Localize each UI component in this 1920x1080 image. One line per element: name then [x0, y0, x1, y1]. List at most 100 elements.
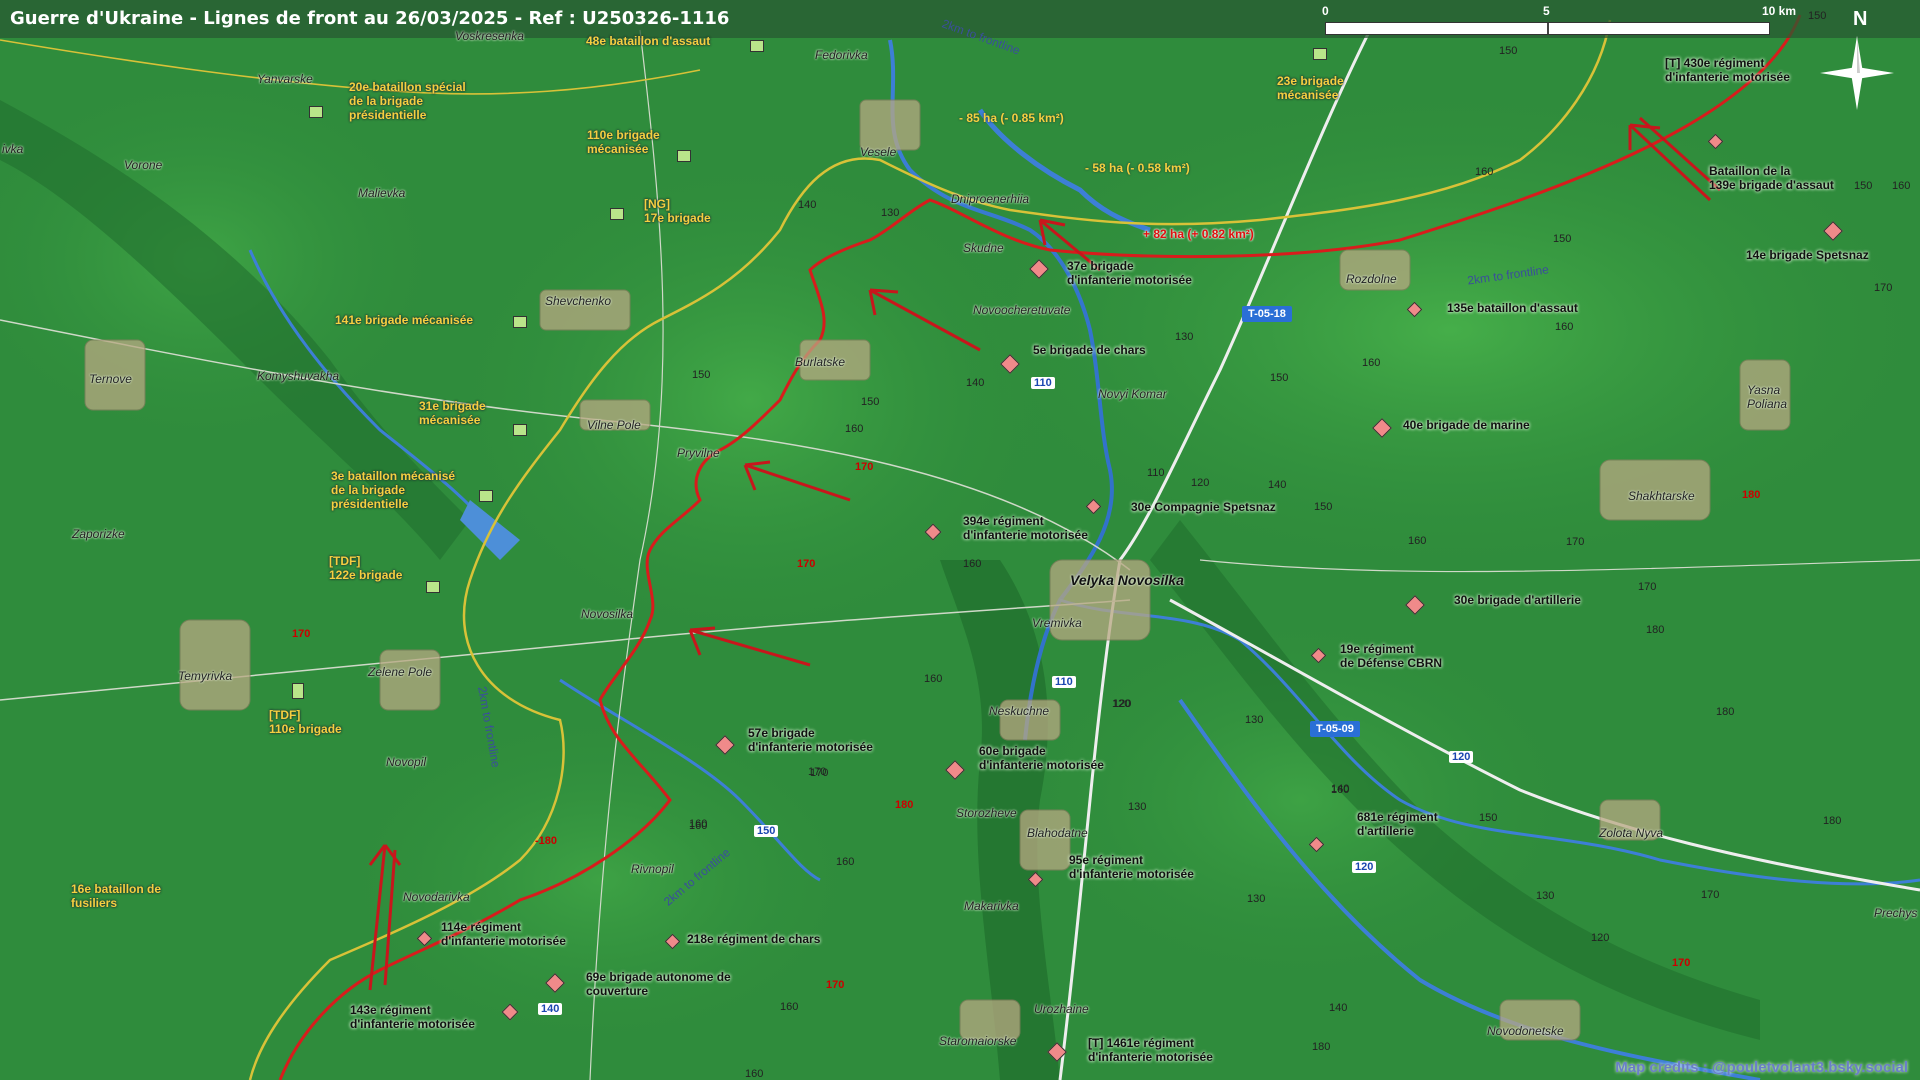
town-label: Dniproenerhiia: [951, 192, 1030, 206]
ua-unit-icon[interactable]: [513, 424, 527, 436]
elevation-label: 130: [1247, 893, 1266, 905]
elevation-label: 150: [1479, 812, 1498, 824]
road-number: 110: [1031, 377, 1055, 389]
ua-unit-icon[interactable]: [292, 683, 304, 699]
elevation-label: 160: [780, 1001, 799, 1013]
ua-unit-icon[interactable]: [610, 208, 624, 220]
ua-unit-label: 23e brigade mécanisée: [1277, 74, 1344, 102]
elevation-label: 180: [1312, 1041, 1331, 1053]
town-label: Pryvilne: [677, 446, 720, 460]
elevation-label-red: 180: [1742, 489, 1761, 501]
elevation-label: 150: [1808, 10, 1827, 22]
town-label: Vremivka: [1032, 616, 1082, 630]
area-change-label: + 82 ha (+ 0.82 km²): [1143, 227, 1254, 241]
ua-unit-icon[interactable]: [513, 316, 527, 328]
ru-unit-label: 95e régiment d'infanterie motorisée: [1069, 853, 1194, 881]
town-label: Shakhtarske: [1628, 489, 1695, 503]
elevation-label: 130: [1536, 890, 1555, 902]
ru-unit-label: 14e brigade Spetsnaz: [1746, 248, 1869, 262]
elevation-label: 150: [1499, 45, 1518, 57]
ru-unit-label: 135e bataillon d'assaut: [1447, 301, 1578, 315]
elevation-label: 160: [689, 818, 708, 830]
elevation-label: 170: [1566, 536, 1585, 548]
elevation-label: 150: [692, 369, 711, 381]
ua-unit-icon[interactable]: [309, 106, 323, 118]
ru-unit-label: Bataillon de la 139e brigade d'assaut: [1709, 164, 1834, 192]
elevation-label: 130: [881, 207, 900, 219]
elevation-label: 180: [1716, 706, 1735, 718]
town-label: Burlatske: [795, 355, 846, 369]
ru-unit-label: 30e brigade d'artillerie: [1454, 593, 1581, 607]
ua-unit-icon[interactable]: [426, 581, 440, 593]
elevation-label: 120: [1191, 477, 1210, 489]
elevation-label: 140: [1329, 1002, 1348, 1014]
ua-unit-icon[interactable]: [677, 150, 691, 162]
road-number: 140: [538, 1003, 563, 1015]
ru-unit-label: 19e régiment de Défense CBRN: [1340, 642, 1443, 670]
elevation-label: 150: [1854, 180, 1873, 192]
town-label: Vorone: [124, 158, 163, 172]
elevation-label: 160: [963, 558, 982, 570]
elevation-label: 110: [1147, 467, 1165, 479]
elevation-label-red: 170: [826, 979, 845, 991]
town-label: Zaporizke: [72, 527, 125, 541]
town-label: Zelene Pole: [368, 665, 433, 679]
area-change-label: - 58 ha (- 0.58 km²): [1085, 161, 1190, 175]
elevation-label-red: 180: [895, 799, 914, 811]
scale-bar: [1325, 22, 1770, 35]
map-title: Guerre d'Ukraine - Lignes de front au 26…: [10, 8, 730, 29]
town-label: Staromaiorske: [939, 1034, 1017, 1048]
town-label-major: Velyka Novosilka: [1070, 572, 1184, 588]
ua-unit-icon[interactable]: [479, 490, 493, 502]
ua-unit-label: 16e bataillon de fusiliers: [71, 882, 162, 910]
ua-unit-label: [TDF] 110e brigade: [269, 708, 342, 736]
road-badge: T-05-18: [1242, 306, 1292, 322]
elevation-label: 150: [1270, 372, 1289, 384]
ua-unit-label: 31e brigade mécanisée: [419, 399, 486, 427]
compass-rose: N: [1810, 8, 1910, 118]
elevation-label: 120: [1113, 698, 1132, 710]
road-badge: T-05-09: [1310, 721, 1360, 737]
ua-unit-icon[interactable]: [750, 40, 764, 52]
ua-unit-icon[interactable]: [1313, 48, 1327, 60]
elevation-label: 170: [808, 766, 827, 778]
town-label: Makarivka: [964, 899, 1019, 913]
road-number: 120: [1449, 751, 1474, 763]
elevation-label-red: 170: [1672, 957, 1691, 969]
ru-unit-label: 5e brigade de chars: [1033, 343, 1146, 357]
elevation-label: 170: [1638, 581, 1657, 593]
elevation-label: 160: [1892, 180, 1911, 192]
ru-unit-label: [T] 1461e régiment d'infanterie motorisé…: [1088, 1036, 1213, 1064]
scale-label-mid: 5: [1543, 4, 1550, 18]
ru-unit-label: 114e régiment d'infanterie motorisée: [441, 920, 566, 948]
scale-label-zero: 0: [1322, 4, 1329, 18]
ru-unit-label: 40e brigade de marine: [1403, 418, 1530, 432]
elevation-label: 170: [1701, 889, 1720, 901]
elevation-label-red: 170: [292, 628, 311, 640]
town-label: Rozdolne: [1346, 272, 1397, 286]
elevation-label: 160: [1362, 357, 1381, 369]
town-label: Prechys: [1874, 906, 1918, 920]
elevation-label: 150: [861, 396, 880, 408]
town-label: Vesele: [860, 145, 897, 159]
ua-unit-label: 141e brigade mécanisée: [335, 313, 474, 327]
town-label: Novodonetske: [1487, 1024, 1564, 1038]
town-label: Fedorivka: [815, 48, 868, 62]
road-number: 120: [1352, 861, 1377, 873]
elevation-label: 130: [1128, 801, 1147, 813]
area-change-label: - 85 ha (- 0.85 km²): [959, 111, 1064, 125]
ua-unit-label: 110e brigade mécanisée: [587, 128, 660, 156]
town-label: Shevchenko: [545, 294, 612, 308]
ru-unit-label: 218e régiment de chars: [687, 932, 821, 946]
town-label: Vilne Pole: [587, 418, 641, 432]
north-label: N: [1853, 8, 1868, 30]
town-label: Komyshuvakha: [257, 369, 340, 383]
town-label: Novyi Komar: [1098, 387, 1167, 401]
map-canvas[interactable]: Guerre d'Ukraine - Lignes de front au 26…: [0, 0, 1920, 1080]
elevation-label: 130: [1245, 714, 1264, 726]
town-label: Neskuchne: [989, 704, 1050, 718]
town-label: Ternove: [89, 372, 132, 386]
town-label: ivka: [2, 142, 24, 156]
elevation-label: 160: [836, 856, 855, 868]
elevation-label: 160: [845, 423, 864, 435]
